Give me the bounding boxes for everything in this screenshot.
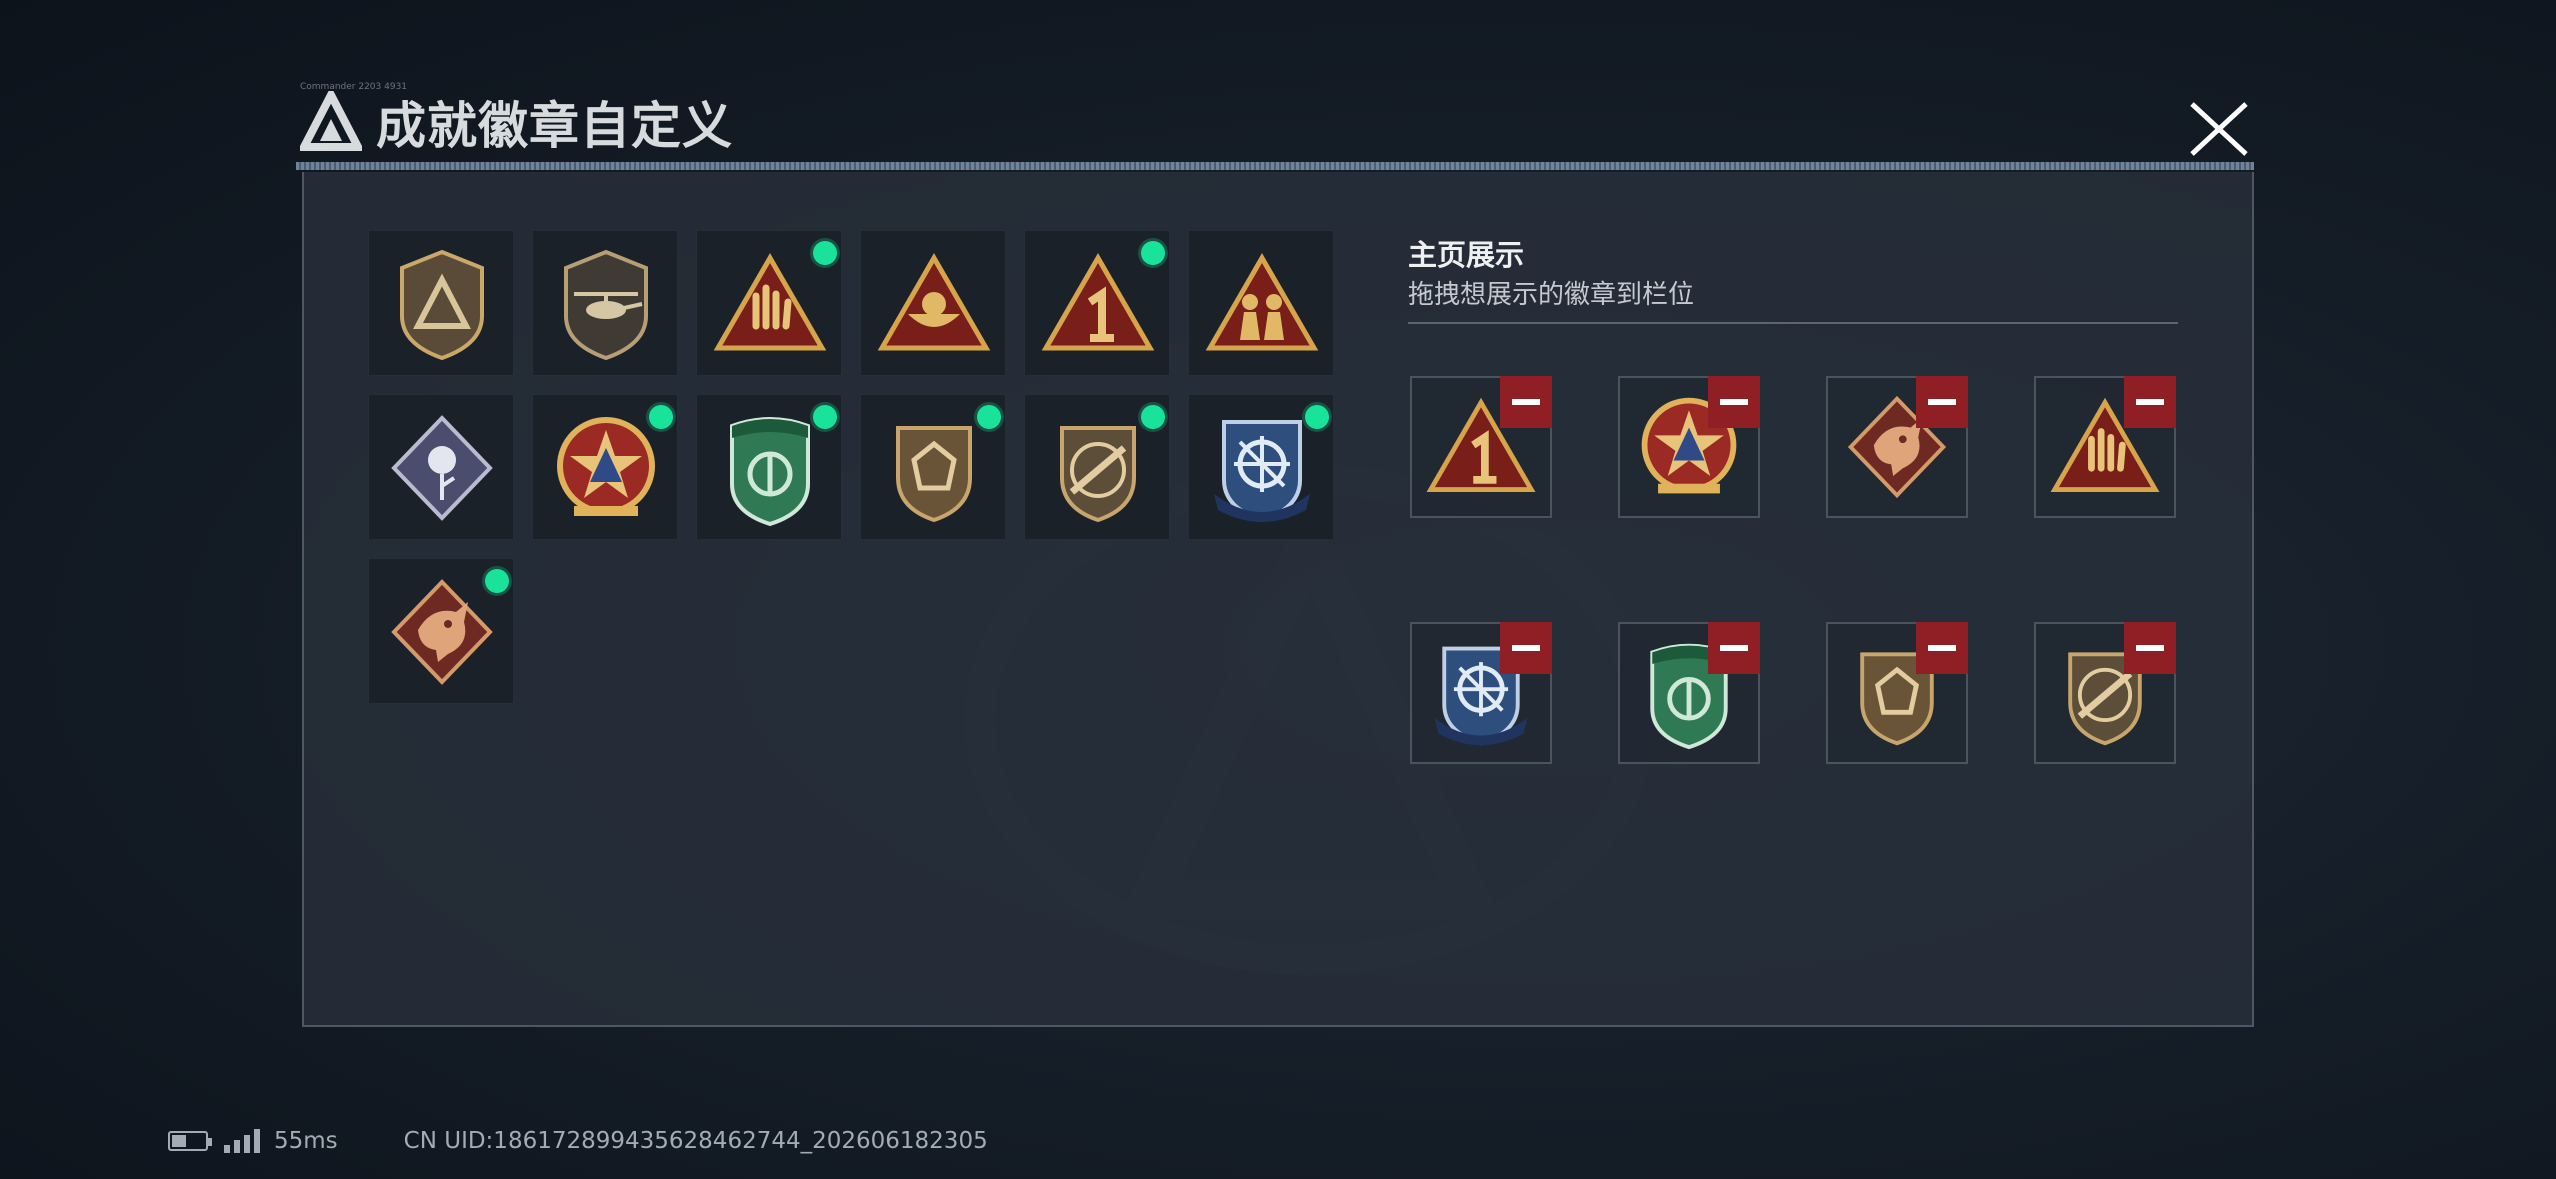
new-indicator-dot [813, 241, 837, 265]
signal-icon [224, 1129, 260, 1153]
badge-tile-star-medal[interactable] [532, 394, 678, 540]
uid-text: CN UID:18617289943562846274​4_2026061823… [403, 1128, 988, 1154]
rock-hand-badge-icon [713, 253, 827, 351]
remove-badge-button[interactable] [1708, 376, 1760, 428]
bowl-badge-icon [877, 253, 991, 351]
display-section-title: 主页展示 [1408, 238, 1525, 272]
triangle-logo-icon [300, 91, 362, 151]
display-slot-5[interactable] [1410, 622, 1552, 764]
new-indicator-dot [813, 405, 837, 429]
display-slot-6[interactable] [1618, 622, 1760, 764]
display-slot-8[interactable] [2034, 622, 2176, 764]
badge-tile-dragon[interactable] [368, 558, 514, 704]
new-indicator-dot [977, 405, 1001, 429]
badge-tile-rifle-shield[interactable] [1024, 394, 1170, 540]
display-section-subtitle: 拖拽想展示的徽章到栏位 [1408, 280, 1695, 310]
display-slot-7[interactable] [1826, 622, 1968, 764]
display-slot-1[interactable] [1410, 376, 1552, 518]
page-header: 成就徽章自定义 [300, 82, 733, 162]
remove-badge-button[interactable] [2124, 622, 2176, 674]
ping-value: 55ms [274, 1128, 338, 1154]
new-indicator-dot [649, 405, 673, 429]
badge-tile-helicopter[interactable] [532, 230, 678, 376]
close-icon[interactable] [2184, 96, 2254, 162]
new-indicator-dot [1141, 405, 1165, 429]
battery-icon [168, 1131, 212, 1151]
badge-tile-rose[interactable] [368, 394, 514, 540]
badge-tile-bowl[interactable] [860, 230, 1006, 376]
dragon-badge-icon [391, 579, 493, 685]
remove-badge-button[interactable] [2124, 376, 2176, 428]
display-slot-4[interactable] [2034, 376, 2176, 518]
remove-badge-button[interactable] [1500, 376, 1552, 428]
remove-badge-button[interactable] [1916, 622, 1968, 674]
rifle-shield-badge-icon [1060, 426, 1136, 523]
helicopter-badge-icon [564, 249, 648, 361]
remove-badge-button[interactable] [1708, 622, 1760, 674]
remove-badge-button[interactable] [1916, 376, 1968, 428]
page-title: 成就徽章自定义 [376, 97, 733, 155]
badge-tile-soldiers[interactable] [1188, 230, 1334, 376]
gem-shield-badge-icon [896, 426, 972, 523]
star-medal-badge-icon [557, 417, 655, 516]
green-shield-badge-icon [730, 417, 810, 527]
display-slot-2[interactable] [1618, 376, 1760, 518]
display-divider [1408, 322, 2178, 324]
rose-badge-icon [391, 415, 493, 521]
badge-tile-gem-shield[interactable] [860, 394, 1006, 540]
header-divider [296, 162, 2254, 170]
soldiers-badge-icon [1205, 253, 1319, 351]
new-indicator-dot [1141, 241, 1165, 265]
shield-triangle-badge-icon [400, 249, 484, 361]
badge-tile-number-one[interactable] [1024, 230, 1170, 376]
new-indicator-dot [1305, 405, 1329, 429]
badge-tile-crosshair-crest[interactable] [1188, 394, 1334, 540]
remove-badge-button[interactable] [1500, 622, 1552, 674]
badge-tile-green-shield[interactable] [696, 394, 842, 540]
crosshair-crest-badge-icon [1214, 420, 1310, 523]
badge-tile-shield-triangle[interactable] [368, 230, 514, 376]
display-slot-3[interactable] [1826, 376, 1968, 518]
badge-tile-rock-hand[interactable] [696, 230, 842, 376]
status-bar: 55ms CN UID:18617289943562846274​4_20260… [168, 1128, 988, 1154]
new-indicator-dot [485, 569, 509, 593]
number-one-badge-icon [1041, 253, 1155, 351]
